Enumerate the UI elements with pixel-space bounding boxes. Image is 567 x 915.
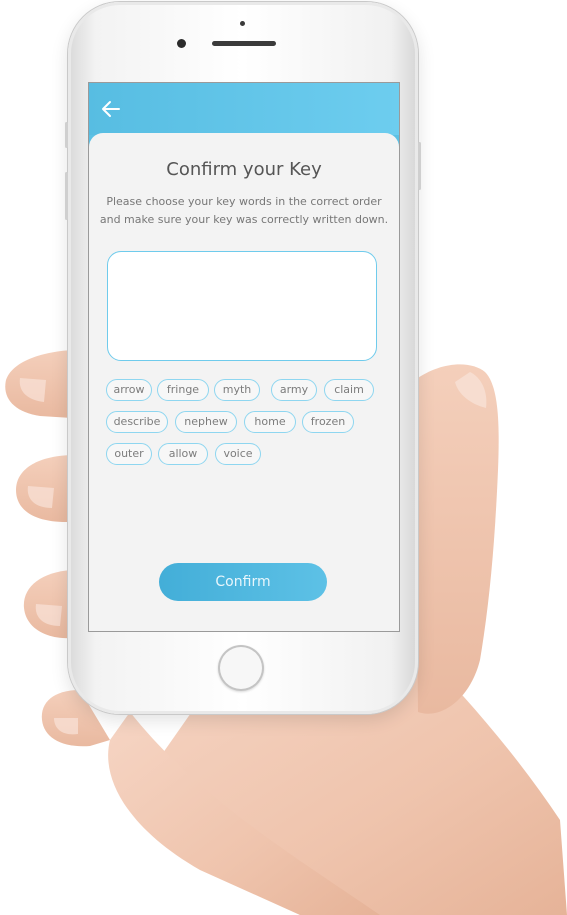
word-chip[interactable]: fringe [157,379,209,401]
power-button [418,142,421,190]
content-card: Confirm your Key Please choose your key … [89,133,399,631]
earpiece-speaker [212,41,276,46]
word-chip[interactable]: claim [324,379,374,401]
volume-button [65,172,68,220]
key-phrase-input[interactable] [107,251,377,361]
page-title: Confirm your Key [166,159,322,180]
word-chip[interactable]: home [244,411,296,433]
word-chip[interactable]: arrow [106,379,152,401]
home-button[interactable] [218,645,264,691]
word-chip[interactable]: frozen [302,411,354,433]
confirm-button[interactable]: Confirm [159,563,327,601]
word-chip[interactable]: describe [106,411,168,433]
app-bar [89,83,399,135]
instructions-text: Please choose your key words in the corr… [99,195,389,226]
word-chip[interactable]: myth [214,379,260,401]
word-chip[interactable]: nephew [175,411,237,433]
word-chip[interactable]: army [271,379,317,401]
scene: Confirm your Key Please choose your key … [0,0,567,915]
word-chip[interactable]: voice [215,443,261,465]
proximity-sensor [240,21,245,26]
word-chip[interactable]: outer [106,443,152,465]
volume-button [65,122,68,148]
phone-device: Confirm your Key Please choose your key … [65,2,421,714]
front-camera-icon [177,39,186,48]
phone-screen: Confirm your Key Please choose your key … [88,82,400,632]
arrow-left-icon[interactable] [99,97,123,121]
word-chip[interactable]: allow [158,443,208,465]
